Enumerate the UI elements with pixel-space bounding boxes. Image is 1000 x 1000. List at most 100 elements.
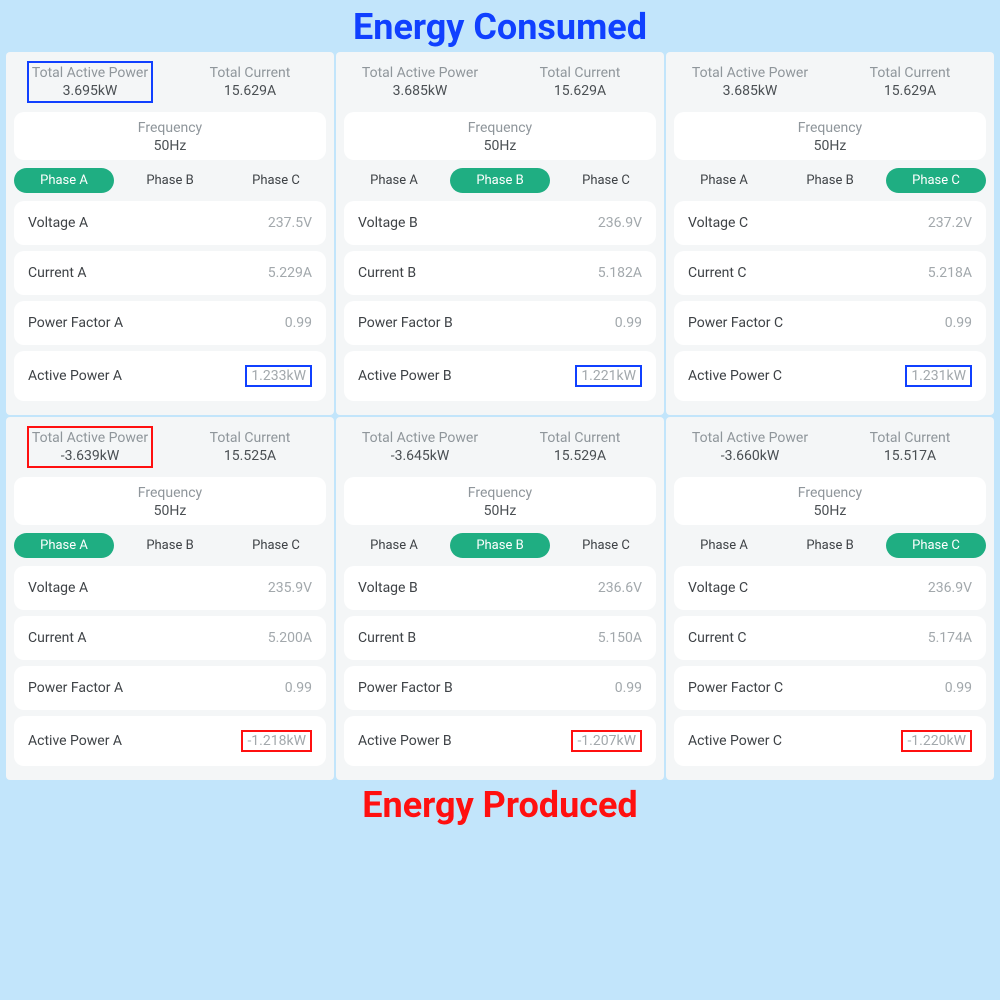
metric-row-label: Active Power B	[358, 733, 452, 749]
frequency-block: Frequency50Hz	[14, 477, 326, 525]
total-current-value: 15.629A	[210, 83, 291, 99]
metric-row-label: Power Factor A	[28, 315, 123, 331]
tab-phase-a[interactable]: Phase A	[14, 533, 114, 558]
tab-phase-a[interactable]: Phase A	[14, 168, 114, 193]
tab-phase-b[interactable]: Phase B	[450, 533, 550, 558]
frequency-label: Frequency	[674, 485, 986, 501]
metric-row-value: -1.218kW	[241, 730, 312, 752]
total-current-label: Total Current	[210, 65, 291, 81]
metric-row-value: 1.233kW	[245, 365, 312, 387]
cards-grid: Total Active Power3.695kWTotal Current15…	[0, 52, 1000, 780]
tab-phase-b[interactable]: Phase B	[120, 533, 220, 558]
metric-row-value: 0.99	[615, 315, 642, 331]
metric-row-label: Power Factor B	[358, 680, 453, 696]
total-current-cell: Total Current15.517A	[840, 427, 980, 467]
summary-row: Total Active Power -3.660kW Total Current1…	[674, 427, 986, 473]
metric-row-label: Current A	[28, 630, 87, 646]
tab-phase-b[interactable]: Phase B	[780, 168, 880, 193]
metric-row-value: -1.220kW	[901, 730, 972, 752]
tab-phase-c[interactable]: Phase C	[556, 533, 656, 558]
tab-phase-b[interactable]: Phase B	[780, 533, 880, 558]
tab-phase-c[interactable]: Phase C	[226, 533, 326, 558]
summary-row: Total Active Power -3.639kW Total Current1…	[14, 427, 326, 473]
metric-row-label: Current B	[358, 265, 416, 281]
frequency-block: Frequency50Hz	[344, 477, 656, 525]
metric-row-label: Voltage B	[358, 215, 418, 231]
metric-row-label: Voltage B	[358, 580, 418, 596]
metric-row-value: 5.174A	[928, 630, 972, 646]
tab-phase-c[interactable]: Phase C	[556, 168, 656, 193]
frequency-label: Frequency	[14, 485, 326, 501]
metric-row: Active Power A-1.218kW	[14, 716, 326, 766]
metric-row-label: Active Power C	[688, 733, 782, 749]
frequency-block: Frequency 50Hz	[344, 112, 656, 160]
total-active-power-value: -3.660kW	[692, 448, 808, 464]
tab-phase-c[interactable]: Phase C	[886, 533, 986, 558]
summary-row: Total Active Power-3.645kWTotal Current1…	[344, 427, 656, 473]
metric-row: Power Factor C 0.99	[674, 301, 986, 345]
metric-row-value: 1.231kW	[905, 365, 972, 387]
metric-row-label: Current C	[688, 630, 747, 646]
tab-phase-a[interactable]: Phase A	[344, 533, 444, 558]
frequency-block: Frequency50Hz	[674, 112, 986, 160]
metrics-card: Total Active Power3.685kWTotal Current15…	[666, 52, 994, 415]
metric-row-value: 0.99	[945, 680, 972, 696]
total-current-value: 15.525A	[210, 448, 291, 464]
tab-phase-b[interactable]: Phase B	[450, 168, 550, 193]
total-active-power-cell: Total Active Power3.685kW	[680, 62, 820, 102]
metric-row-value: 0.99	[945, 315, 972, 331]
tab-phase-a[interactable]: Phase A	[344, 168, 444, 193]
phase-tabs: Phase APhase BPhase C	[344, 533, 656, 558]
metric-row-label: Power Factor C	[688, 315, 783, 331]
metric-row-value: -1.207kW	[571, 730, 642, 752]
metric-row-value: 0.99	[285, 315, 312, 331]
metrics-card: Total Active Power3.695kWTotal Current15…	[6, 52, 334, 415]
total-active-power-value: 3.685kW	[362, 83, 478, 99]
metric-row-value: 1.221kW	[575, 365, 642, 387]
total-active-power-label: Total Active Power	[692, 430, 808, 446]
tab-phase-a[interactable]: Phase A	[674, 533, 774, 558]
total-active-power-label: Total Active Power	[32, 430, 148, 446]
frequency-value: 50Hz	[674, 503, 986, 519]
metric-row: Current B 5.150A	[344, 616, 656, 660]
phase-tabs: Phase APhase BPhase C	[674, 533, 986, 558]
metric-row-label: Voltage C	[688, 215, 748, 231]
metric-row: Voltage B 236.9V	[344, 201, 656, 245]
metric-row-value: 236.9V	[928, 580, 972, 596]
metric-row: Current C 5.174A	[674, 616, 986, 660]
total-active-power-value: -3.645kW	[362, 448, 478, 464]
metric-row-value: 236.9V	[598, 215, 642, 231]
phase-tabs: Phase APhase BPhase C	[674, 168, 986, 193]
metric-row: Voltage C237.2V	[674, 201, 986, 245]
metric-row-label: Power Factor C	[688, 680, 783, 696]
metric-row: Current C5.218A	[674, 251, 986, 295]
total-active-power-value: -3.639kW	[32, 448, 148, 464]
total-current-cell: Total Current15.525A	[180, 427, 320, 467]
total-active-power-label: Total Active Power	[692, 65, 808, 81]
frequency-label: Frequency	[14, 120, 326, 136]
metric-row-value: 235.9V	[268, 580, 312, 596]
total-active-power-cell: Total Active Power -3.639kW	[20, 427, 160, 467]
metric-row: Current A5.200A	[14, 616, 326, 660]
metric-row-label: Current A	[28, 265, 87, 281]
total-active-power-cell: Total Active Power-3.645kW	[350, 427, 490, 467]
tab-phase-c[interactable]: Phase C	[226, 168, 326, 193]
frequency-label: Frequency	[344, 120, 656, 136]
metric-row-label: Current B	[358, 630, 416, 646]
total-current-value: 15.517A	[870, 448, 951, 464]
metric-row-value: 0.99	[615, 680, 642, 696]
tab-phase-b[interactable]: Phase B	[120, 168, 220, 193]
metric-row: Voltage A235.9V	[14, 566, 326, 610]
frequency-block: Frequency 50Hz	[674, 477, 986, 525]
metric-row-label: Active Power C	[688, 368, 782, 384]
metrics-card: Total Active Power3.685kWTotal Current15…	[336, 52, 664, 415]
metric-row-value: 5.229A	[268, 265, 312, 281]
tab-phase-c[interactable]: Phase C	[886, 168, 986, 193]
metric-row: Voltage A237.5V	[14, 201, 326, 245]
title-energy-consumed: Energy Consumed	[0, 0, 1000, 52]
total-current-label: Total Current	[540, 430, 621, 446]
frequency-value: 50Hz	[344, 138, 656, 154]
metric-row: Active Power B -1.207kW	[344, 716, 656, 766]
tab-phase-a[interactable]: Phase A	[674, 168, 774, 193]
metric-row-value: 5.150A	[598, 630, 642, 646]
